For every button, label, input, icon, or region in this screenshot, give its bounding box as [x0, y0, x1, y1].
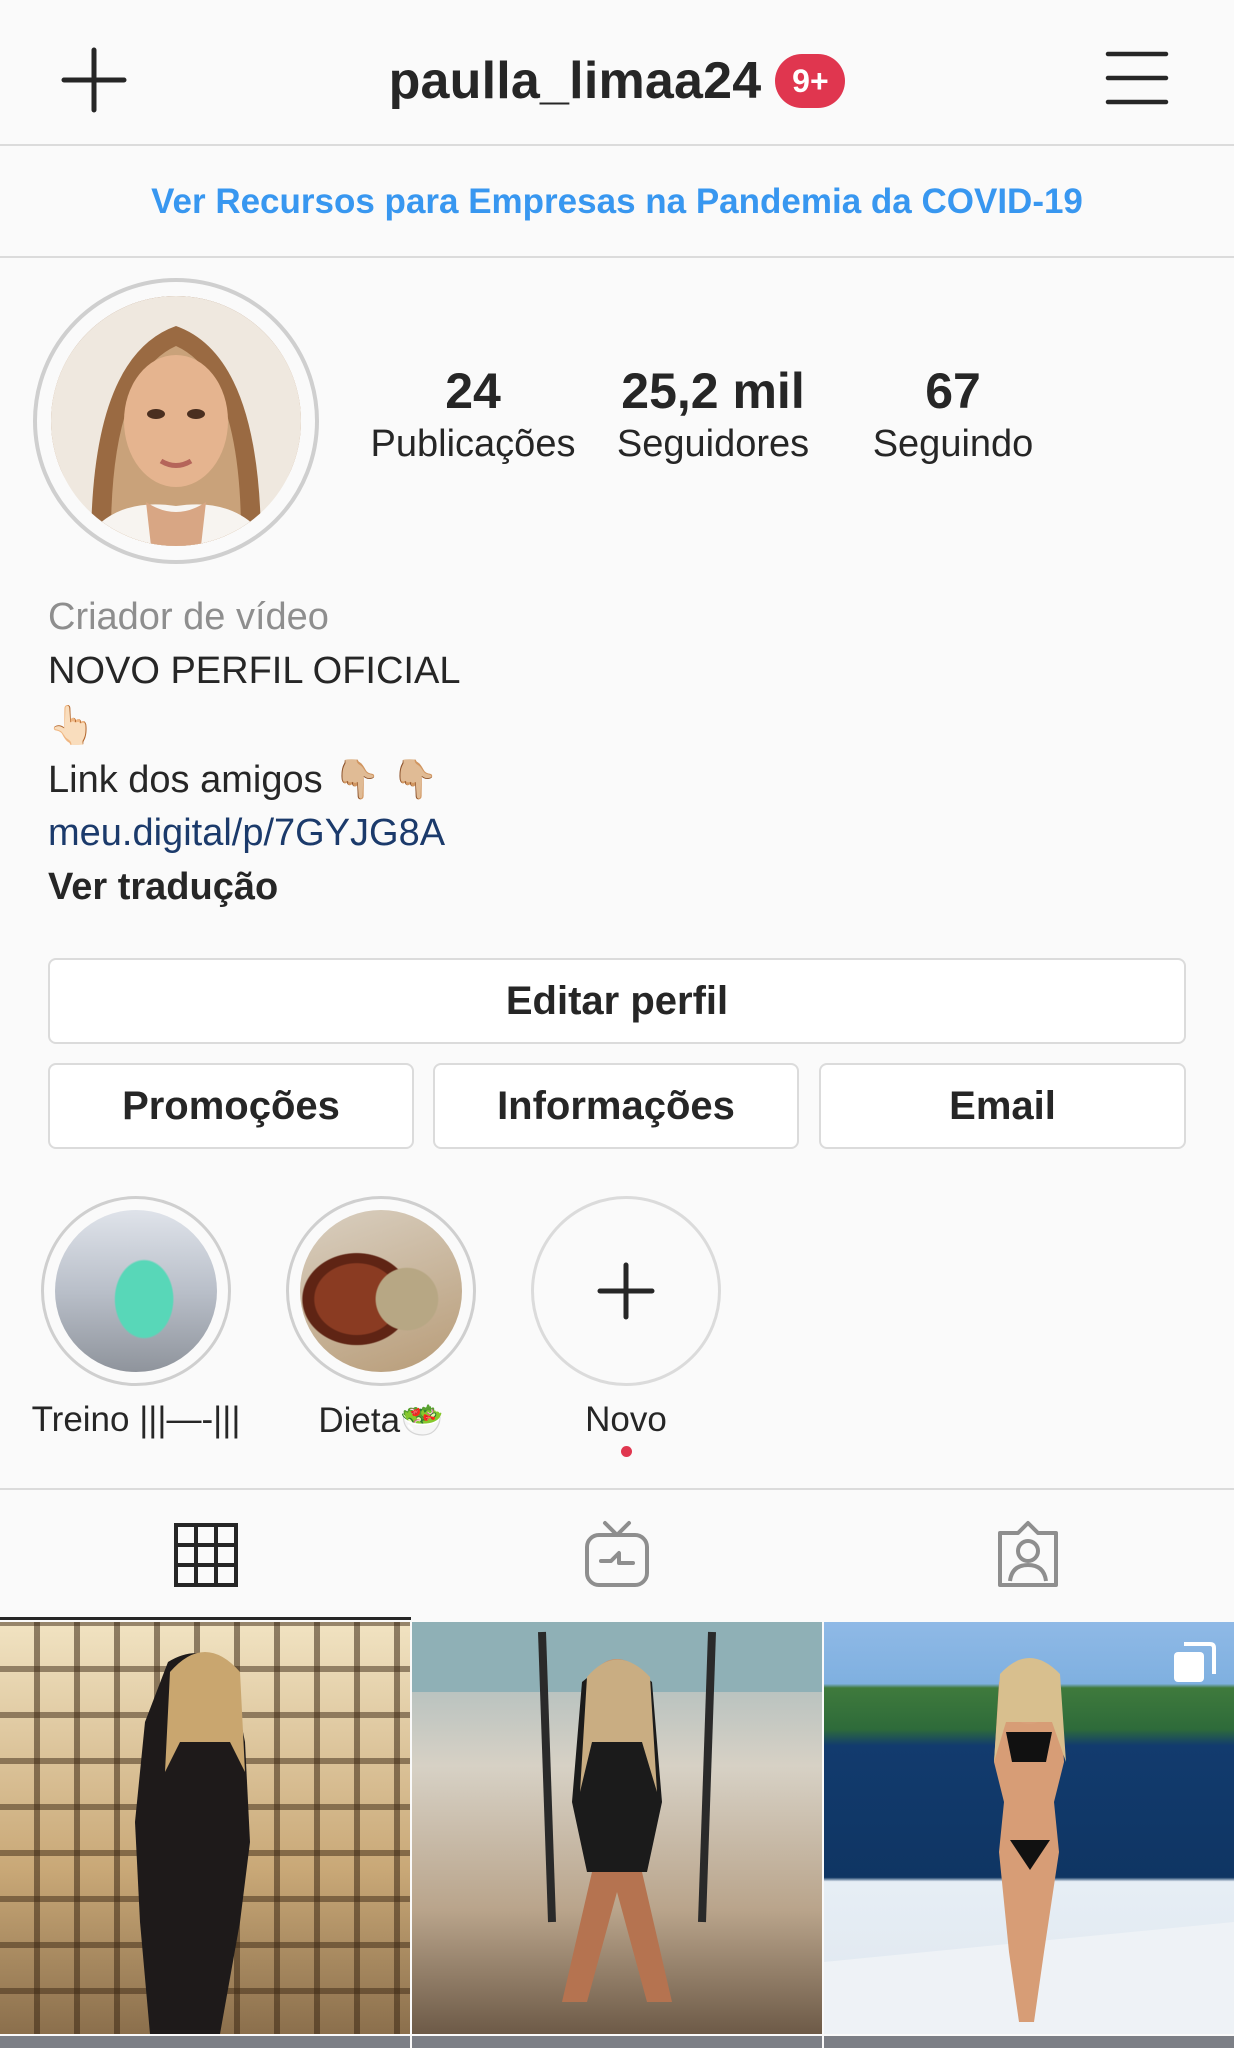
tab-posts-grid[interactable] [0, 1490, 411, 1620]
bio-line-3: Link dos amigos 👇🏼 👇🏼 [48, 758, 1188, 812]
post-photo [412, 1622, 822, 2002]
highlight-new[interactable]: Novo [506, 1196, 746, 1457]
bio-pointing-down-emoji: 👇🏼 👇🏼 [333, 759, 439, 801]
tab-tagged[interactable] [822, 1490, 1233, 1620]
username-title[interactable]: paulla_limaa24 9+ [0, 46, 1234, 116]
next-row-thumbnail-edge [0, 2036, 410, 2048]
notification-badge: 9+ [775, 54, 846, 108]
next-row-thumbnail-edge [824, 2036, 1234, 2048]
stat-followers[interactable]: 25,2 mil Seguidores [600, 364, 826, 466]
profile-category: Criador de vídeo [48, 596, 329, 638]
top-bar: paulla_limaa24 9+ [0, 0, 1234, 146]
edit-profile-button[interactable]: Editar perfil [48, 958, 1186, 1044]
following-count: 67 [925, 363, 981, 419]
posts-grid [0, 1622, 1234, 2048]
highlight-ring [531, 1196, 721, 1386]
posts-label: Publicações [370, 423, 576, 465]
post-photo [135, 1652, 250, 2034]
followers-label: Seguidores [616, 423, 810, 465]
highlight-treino[interactable]: Treino |||—-||| [16, 1196, 256, 1440]
highlight-label: Dieta🥗 [318, 1401, 444, 1440]
bio-pointing-up-emoji: 👆🏻 [48, 705, 96, 747]
insights-button[interactable]: Informações [433, 1063, 799, 1149]
grid-icon [173, 1523, 238, 1587]
highlight-ring [41, 1196, 231, 1386]
stat-posts: 24 Publicações [360, 364, 586, 466]
post-thumbnail[interactable] [412, 1622, 822, 2034]
posts-count: 24 [445, 363, 501, 419]
stat-following[interactable]: 67 Seguindo [840, 364, 1066, 466]
covid-resources-banner: Ver Recursos para Empresas na Pandemia d… [0, 148, 1234, 258]
highlight-ring [286, 1196, 476, 1386]
post-thumbnail-carousel[interactable] [824, 1622, 1234, 2034]
tagged-person-icon [997, 1521, 1058, 1587]
email-button[interactable]: Email [819, 1063, 1186, 1149]
new-indicator-dot [620, 1446, 632, 1457]
post-thumbnail[interactable] [0, 1622, 410, 2034]
followers-count: 25,2 mil [621, 363, 805, 419]
active-tab-indicator [0, 1617, 411, 1620]
promotions-button[interactable]: Promoções [48, 1063, 414, 1149]
tab-igtv[interactable] [411, 1490, 822, 1620]
next-row-thumbnail-edge [412, 2036, 822, 2048]
profile-tabs [0, 1488, 1234, 1620]
profile-photo [51, 296, 301, 546]
bio-link[interactable]: meu.digital/p/7GYJG8A [48, 812, 1188, 866]
see-translation-link[interactable]: Ver tradução [48, 866, 1188, 920]
carousel-multiple-icon [1174, 1642, 1216, 1682]
following-label: Seguindo [872, 423, 1034, 465]
profile-avatar[interactable] [33, 278, 319, 564]
hamburger-menu-icon[interactable] [1104, 48, 1170, 108]
highlight-cover-dieta [300, 1210, 462, 1372]
highlight-dieta[interactable]: Dieta🥗 [261, 1196, 501, 1441]
bio-line-3-text: Link dos amigos [48, 759, 323, 801]
bio-line-1: NOVO PERFIL OFICIAL [48, 650, 461, 692]
profile-bio: Criador de vídeo NOVO PERFIL OFICIAL 👆🏻 … [48, 596, 1188, 920]
highlight-label: Treino |||—-||| [31, 1400, 241, 1439]
igtv-icon [584, 1521, 649, 1587]
covid-resources-link[interactable]: Ver Recursos para Empresas na Pandemia d… [151, 182, 1083, 222]
add-highlight-plus-icon [597, 1262, 655, 1320]
highlight-label: Novo [585, 1400, 667, 1439]
username: paulla_limaa24 [388, 52, 762, 110]
highlight-cover-treino [55, 1210, 217, 1372]
